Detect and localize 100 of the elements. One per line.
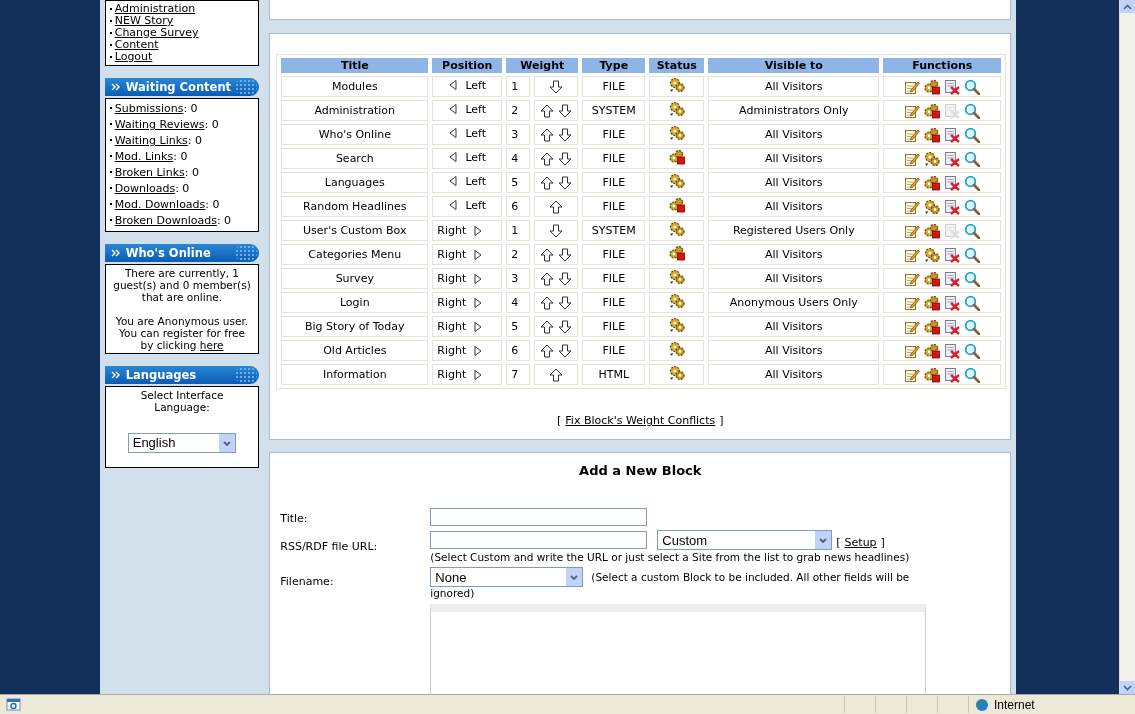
left-triangle-icon[interactable] bbox=[448, 199, 459, 212]
up-arrow-icon[interactable] bbox=[540, 343, 555, 358]
scrollbar[interactable] bbox=[1120, 0, 1135, 695]
delete-icon[interactable] bbox=[944, 198, 961, 215]
delete-icon[interactable] bbox=[944, 318, 961, 335]
delete-icon[interactable] bbox=[944, 126, 961, 143]
gears-lock-icon[interactable] bbox=[924, 102, 941, 119]
delete-icon[interactable] bbox=[944, 270, 961, 287]
up-arrow-icon[interactable] bbox=[549, 199, 564, 214]
gears-icon[interactable] bbox=[924, 150, 941, 167]
title-input[interactable] bbox=[430, 508, 648, 526]
right-triangle-icon[interactable] bbox=[473, 296, 484, 309]
down-arrow-icon[interactable] bbox=[558, 175, 573, 190]
right-triangle-icon[interactable] bbox=[473, 344, 484, 357]
right-triangle-icon[interactable] bbox=[473, 320, 484, 333]
delete-icon[interactable] bbox=[944, 366, 961, 383]
gears-lock-icon[interactable] bbox=[924, 342, 941, 359]
gears-icon[interactable] bbox=[924, 198, 941, 215]
online-count-text: There are currently, 1 guest(s) and 0 member(s) that are online. bbox=[112, 267, 252, 303]
gears-lock-icon[interactable] bbox=[924, 270, 941, 287]
delete-icon[interactable] bbox=[944, 78, 961, 95]
menu-link[interactable]: Administration bbox=[114, 3, 196, 15]
type-cell: FILE bbox=[582, 196, 646, 217]
gears-lock-icon[interactable] bbox=[924, 126, 941, 143]
menu-link[interactable]: Content bbox=[114, 39, 159, 51]
waiting-link[interactable]: Broken Links bbox=[114, 165, 185, 181]
down-arrow-icon[interactable] bbox=[558, 151, 573, 166]
url-hint: (Select Custom and write the URL or just select a Site from the list to grab news headlines) bbox=[430, 551, 911, 563]
down-arrow-icon[interactable] bbox=[558, 103, 573, 118]
gears-lock-icon[interactable] bbox=[924, 174, 941, 191]
url-input[interactable] bbox=[430, 531, 648, 549]
fix-weights-link[interactable]: Fix Block's Weight Conflicts bbox=[565, 414, 716, 427]
scroll-down-button[interactable] bbox=[1120, 681, 1135, 695]
search-icon[interactable] bbox=[964, 198, 981, 215]
filename-select[interactable]: None bbox=[430, 567, 584, 587]
down-arrow-icon[interactable] bbox=[549, 79, 564, 94]
gears-lock-icon[interactable] bbox=[924, 78, 941, 95]
down-arrow-icon[interactable] bbox=[558, 295, 573, 310]
menu-link[interactable]: Logout bbox=[114, 51, 153, 63]
up-arrow-icon[interactable] bbox=[540, 103, 555, 118]
delete-icon[interactable] bbox=[944, 174, 961, 191]
delete-icon[interactable] bbox=[944, 150, 961, 167]
search-icon[interactable] bbox=[964, 126, 981, 143]
down-arrow-icon[interactable] bbox=[558, 271, 573, 286]
up-arrow-icon[interactable] bbox=[540, 175, 555, 190]
search-icon[interactable] bbox=[964, 222, 981, 239]
chevron-icon bbox=[110, 82, 120, 92]
left-triangle-icon[interactable] bbox=[448, 79, 459, 92]
up-arrow-icon[interactable] bbox=[540, 151, 555, 166]
language-select[interactable]: English bbox=[127, 433, 236, 453]
search-icon[interactable] bbox=[964, 270, 981, 287]
down-arrow-icon[interactable] bbox=[558, 247, 573, 262]
search-icon[interactable] bbox=[964, 102, 981, 119]
search-icon[interactable] bbox=[964, 294, 981, 311]
delete-icon[interactable] bbox=[944, 294, 961, 311]
left-triangle-icon[interactable] bbox=[448, 127, 459, 140]
waiting-link[interactable]: Waiting Links bbox=[114, 133, 188, 149]
delete-icon[interactable] bbox=[944, 342, 961, 359]
waiting-link[interactable]: Waiting Reviews bbox=[114, 117, 205, 133]
right-triangle-icon[interactable] bbox=[473, 224, 484, 237]
search-icon[interactable] bbox=[964, 366, 981, 383]
column-header: Position bbox=[432, 58, 503, 73]
right-triangle-icon[interactable] bbox=[473, 368, 484, 381]
site-select[interactable]: Custom bbox=[657, 530, 833, 550]
menu-link[interactable]: Change Survey bbox=[114, 27, 199, 39]
search-icon[interactable] bbox=[964, 318, 981, 335]
gears-lock-icon[interactable] bbox=[924, 222, 941, 239]
delete-icon[interactable] bbox=[944, 246, 961, 263]
search-icon[interactable] bbox=[964, 342, 981, 359]
down-arrow-icon[interactable] bbox=[549, 223, 564, 238]
menu-link[interactable]: NEW Story bbox=[114, 15, 174, 27]
gears-icon[interactable] bbox=[924, 246, 941, 263]
left-triangle-icon[interactable] bbox=[448, 103, 459, 116]
right-triangle-icon[interactable] bbox=[473, 272, 484, 285]
gears-lock-icon[interactable] bbox=[924, 318, 941, 335]
search-icon[interactable] bbox=[964, 174, 981, 191]
down-arrow-icon[interactable] bbox=[558, 343, 573, 358]
gears-lock-icon[interactable] bbox=[924, 294, 941, 311]
left-triangle-icon[interactable] bbox=[448, 175, 459, 188]
bracket-text: ] bbox=[880, 535, 885, 549]
left-triangle-icon[interactable] bbox=[448, 151, 459, 164]
register-link[interactable]: here bbox=[199, 339, 224, 351]
search-icon[interactable] bbox=[964, 150, 981, 167]
search-icon[interactable] bbox=[964, 246, 981, 263]
up-arrow-icon[interactable] bbox=[540, 271, 555, 286]
down-arrow-icon[interactable] bbox=[558, 319, 573, 334]
down-arrow-icon[interactable] bbox=[558, 127, 573, 142]
up-arrow-icon[interactable] bbox=[549, 367, 564, 382]
up-arrow-icon[interactable] bbox=[540, 247, 555, 262]
visible-to-cell: Administrators Only bbox=[708, 100, 880, 121]
gears-lock-icon[interactable] bbox=[924, 366, 941, 383]
up-arrow-icon[interactable] bbox=[540, 295, 555, 310]
search-icon[interactable] bbox=[964, 78, 981, 95]
scroll-up-button[interactable] bbox=[1120, 0, 1135, 13]
up-arrow-icon[interactable] bbox=[540, 319, 555, 334]
setup-link[interactable]: Setup bbox=[844, 535, 877, 549]
register-text: You are Anonymous user. You can register for free by clicking here bbox=[114, 315, 250, 351]
waiting-link[interactable]: Broken Downloads bbox=[114, 213, 217, 229]
up-arrow-icon[interactable] bbox=[540, 127, 555, 142]
right-triangle-icon[interactable] bbox=[473, 248, 484, 261]
